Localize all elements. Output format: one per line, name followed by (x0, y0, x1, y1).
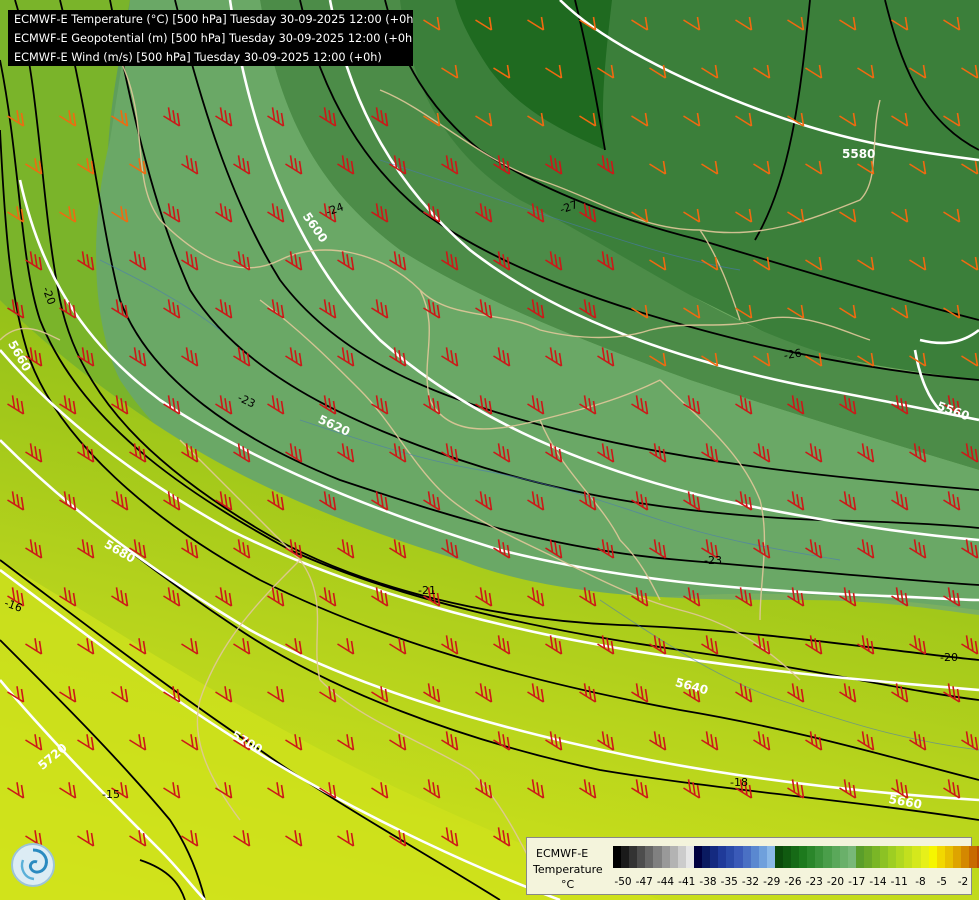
legend-swatch (637, 846, 646, 868)
legend-swatch (969, 846, 978, 868)
legend-swatch (928, 846, 937, 868)
legend-swatch (766, 846, 775, 868)
legend-swatch (952, 846, 962, 868)
legend-tick: -32 (741, 876, 760, 888)
legend-swatch (685, 846, 694, 868)
weather-map: 5580 5600 5560 5620 5680 5640 5700 5660 … (0, 0, 979, 900)
legend-variable: Temperature (533, 863, 603, 876)
geopotential-label: 5580 (842, 147, 875, 161)
map-stage: 5580 5600 5560 5620 5680 5640 5700 5660 … (0, 0, 979, 900)
legend-swatch (823, 846, 832, 868)
legend-swatch (718, 846, 727, 868)
header-wind-line: ECMWF-E Wind (m/s) [500 hPa] Tuesday 30-… (14, 51, 382, 64)
temperature-legend: ECMWF-E Temperature °C -50 -47 -44 -41 -38 -3… (526, 837, 979, 895)
legend-swatch (661, 846, 670, 868)
legend-tick: -35 (720, 876, 738, 888)
legend-swatch (693, 846, 703, 868)
legend-tick: -26 (784, 876, 802, 888)
legend-swatch (839, 846, 848, 868)
legend-swatch (944, 846, 953, 868)
header-geopotential-line: ECMWF-E Geopotential (m) [500 hPa] Tuesd… (14, 32, 413, 45)
legend-unit: °C (561, 878, 575, 891)
legend-swatch (863, 846, 872, 868)
ecmwf-swirl-logo (10, 842, 56, 888)
legend-swatch (920, 846, 929, 868)
legend-swatch (726, 846, 735, 868)
legend-swatch (669, 846, 678, 868)
temperature-label: -15 (102, 788, 120, 801)
legend-swatch (807, 846, 816, 868)
legend-swatch (702, 846, 711, 868)
legend-swatch (791, 846, 800, 868)
temperature-label: -21 (418, 584, 436, 597)
legend-swatch (782, 846, 792, 868)
legend-swatch (855, 846, 864, 868)
legend-tick: -23 (805, 876, 823, 888)
legend-swatch (645, 846, 654, 868)
legend-swatch (880, 846, 889, 868)
legend-swatch (621, 846, 630, 868)
legend-swatch (799, 846, 808, 868)
legend-tick: -2 (957, 876, 969, 888)
legend-tick: -38 (699, 876, 717, 888)
legend-swatch (653, 846, 662, 868)
legend-swatch (847, 846, 856, 868)
temperature-label: -18 (730, 776, 748, 789)
map-header: ECMWF-E Temperature (°C) [500 hPa] Tuesd… (8, 10, 413, 66)
temperature-label: -23 (704, 554, 722, 567)
legend-swatch (904, 846, 913, 868)
legend-color-scale (613, 846, 979, 868)
legend-tick: -50 (614, 876, 632, 888)
legend-swatch (936, 846, 945, 868)
legend-swatch (629, 846, 638, 868)
legend-swatch (742, 846, 751, 868)
legend-swatch (734, 846, 743, 868)
legend-tick: -14 (869, 876, 887, 888)
legend-swatch (961, 846, 970, 868)
legend-tick: -20 (826, 876, 845, 888)
legend-swatch (815, 846, 824, 868)
legend-tick: -44 (656, 876, 675, 888)
legend-tick: -41 (678, 876, 696, 888)
legend-swatch (710, 846, 719, 868)
legend-swatch (750, 846, 759, 868)
legend-tick: -29 (763, 876, 781, 888)
legend-tick: -47 (635, 876, 653, 888)
legend-tick: -8 (915, 876, 926, 888)
legend-swatch (677, 846, 686, 868)
legend-swatch (912, 846, 921, 868)
legend-swatch (774, 846, 783, 868)
legend-swatch (872, 846, 881, 868)
legend-tick: -5 (936, 876, 947, 888)
legend-tick-labels: -50 -47 -44 -41 -38 -35 -32 -29 -26 -23 -20 -17 -14-… (613, 876, 973, 890)
temperature-label: -20 (940, 651, 958, 664)
legend-title: ECMWF-E (536, 847, 589, 860)
legend-tick: -11 (890, 876, 908, 888)
legend-swatch (888, 846, 897, 868)
legend-swatch (831, 846, 840, 868)
header-temperature-line: ECMWF-E Temperature (°C) [500 hPa] Tuesd… (14, 13, 413, 26)
legend-swatch (896, 846, 905, 868)
legend-tick: -17 (848, 876, 866, 888)
legend-swatch (613, 846, 622, 868)
legend-swatch (758, 846, 767, 868)
